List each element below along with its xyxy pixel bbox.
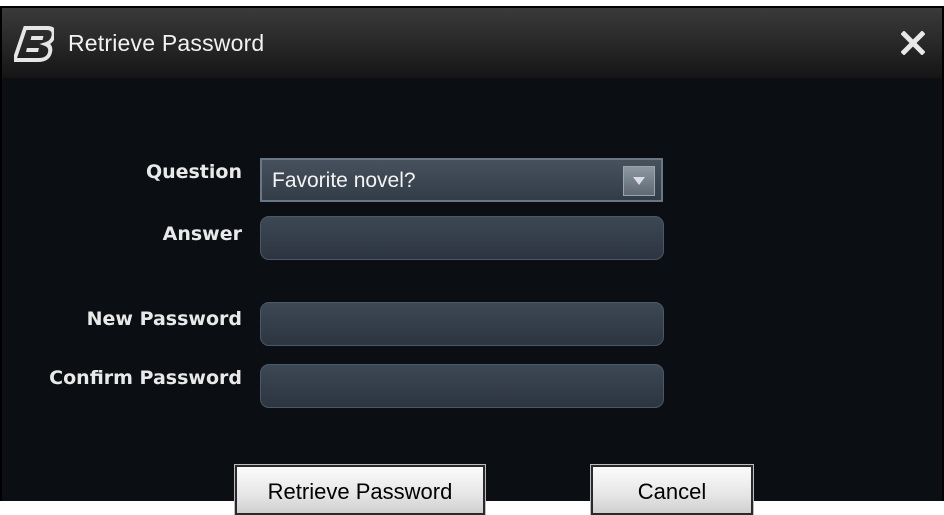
answer-field[interactable] xyxy=(260,216,664,260)
close-button[interactable] xyxy=(898,28,928,58)
title-bar: Retrieve Password xyxy=(2,8,942,79)
dialog-content: Question Favorite novel? Answer New Pass… xyxy=(2,78,942,515)
confirm-password-field[interactable] xyxy=(260,364,664,408)
retrieve-password-dialog: Retrieve Password Question Favorite nove… xyxy=(0,6,944,515)
cancel-button[interactable]: Cancel xyxy=(590,464,754,515)
question-label: Question xyxy=(145,161,242,183)
new-password-field[interactable] xyxy=(260,302,664,346)
new-password-label: New Password xyxy=(86,308,242,330)
question-select[interactable]: Favorite novel? xyxy=(260,158,663,202)
window-title: Retrieve Password xyxy=(68,30,265,56)
confirm-password-label: Confirm Password xyxy=(49,367,242,389)
dropdown-arrow-icon[interactable] xyxy=(623,166,655,196)
answer-label: Answer xyxy=(162,223,242,245)
question-select-value: Favorite novel? xyxy=(272,169,416,192)
close-icon xyxy=(901,31,925,55)
retrieve-password-button[interactable]: Retrieve Password xyxy=(234,464,486,515)
b-logo-icon xyxy=(14,26,54,62)
